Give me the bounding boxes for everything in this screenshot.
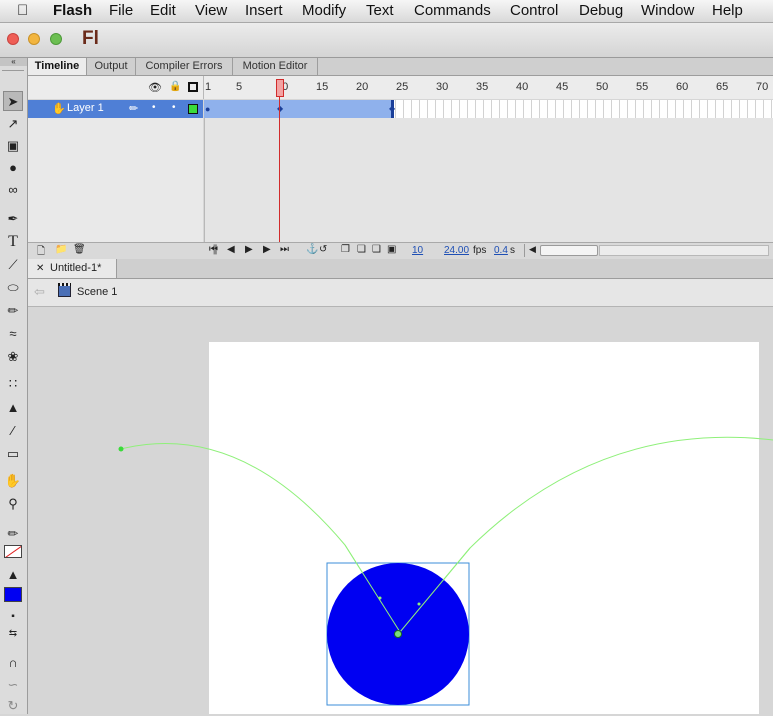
motion-path-node (378, 596, 382, 600)
transform-point[interactable] (394, 630, 402, 638)
motion-path-start-point[interactable] (118, 446, 124, 452)
stage-artwork (118, 436, 773, 706)
motion-path-node (417, 602, 421, 606)
